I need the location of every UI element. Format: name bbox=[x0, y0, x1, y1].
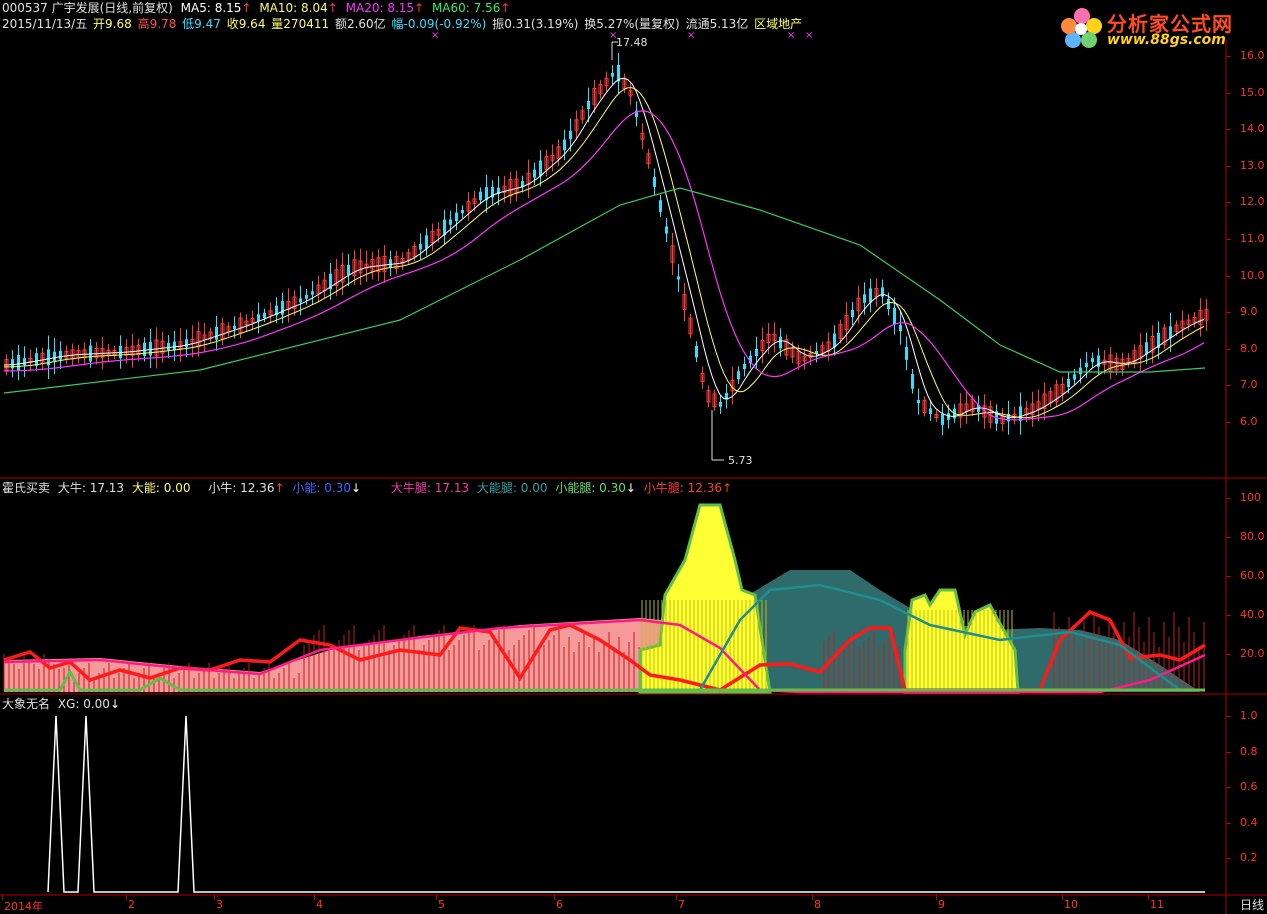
xg-value: XG: 0.00↓ bbox=[57, 697, 121, 711]
month-label: 9 bbox=[938, 898, 945, 911]
indicator-tick-label: 80.0 bbox=[1240, 530, 1265, 543]
moving-averages bbox=[3, 77, 1206, 421]
price-tick-label: 12.0 bbox=[1240, 195, 1265, 209]
month-label: 3 bbox=[216, 898, 223, 911]
svg-text:×: × bbox=[687, 30, 695, 41]
month-label: 7 bbox=[678, 898, 685, 911]
indicator-tick-label: 20.0 bbox=[1240, 647, 1265, 660]
xg-title: 大象无名 bbox=[2, 697, 51, 711]
chart-canvas: × × × × × bbox=[0, 30, 1267, 914]
price-tick-label: 11.0 bbox=[1240, 232, 1265, 245]
price-tick-label: 7.0 bbox=[1240, 378, 1258, 392]
month-label: 2 bbox=[128, 898, 135, 911]
price-tick-label: 16.0 bbox=[1240, 49, 1265, 62]
da-neng-tui-value: 大能腿: 0.00 bbox=[476, 481, 548, 495]
xiao-niu-value: 小牛: 12.36↑ bbox=[208, 481, 285, 495]
xiao-niu-tui-value: 小牛腿: 12.36↑ bbox=[643, 481, 733, 495]
price-tick-label: 14.0 bbox=[1240, 122, 1265, 136]
price-tick-label: 15.0 bbox=[1240, 85, 1265, 99]
svg-text:×: × bbox=[431, 30, 439, 41]
indicator-plot bbox=[3, 503, 1206, 694]
da-neng-value: 大能: 0.00 bbox=[131, 481, 191, 495]
high-annotation: 17.48 bbox=[616, 36, 648, 49]
xiao-neng-value: 小能: 0.30↓ bbox=[292, 481, 362, 495]
month-label: 10 bbox=[1064, 898, 1078, 911]
indicator-header: 霍氏买卖 大牛: 17.13 大能: 0.00 小牛: 12.36↑ 小能: 0… bbox=[2, 480, 736, 496]
low-annotation: 5.73 bbox=[728, 454, 753, 467]
xg-tick-label: 0.4 bbox=[1240, 815, 1258, 829]
svg-text:×: × bbox=[805, 30, 813, 41]
indicator-tick-label: 60.0 bbox=[1240, 569, 1265, 582]
price-tick-label: 10.0 bbox=[1240, 268, 1265, 282]
price-tick-label: 8.0 bbox=[1240, 341, 1258, 355]
da-niu-tui-value: 大牛腿: 17.13 bbox=[390, 481, 470, 495]
month-label: 11 bbox=[1150, 898, 1164, 911]
xg-tick-label: 0.6 bbox=[1240, 780, 1258, 793]
candlesticks bbox=[4, 41, 1209, 461]
xg-plot bbox=[47, 715, 1205, 893]
month-label: 5 bbox=[438, 898, 445, 911]
price-tick-label: 13.0 bbox=[1240, 158, 1265, 172]
da-niu-value: 大牛: 17.13 bbox=[57, 481, 125, 495]
svg-text:×: × bbox=[787, 30, 795, 41]
xiao-neng-tui-value: 小能腿: 0.30↓ bbox=[555, 481, 636, 495]
xg-header: 大象无名 XG: 0.00↓ bbox=[2, 696, 124, 712]
indicator-title: 霍氏买卖 bbox=[2, 481, 51, 495]
indicator-tick-label: 40.0 bbox=[1240, 608, 1265, 621]
price-tick-label: 6.0 bbox=[1240, 415, 1258, 428]
xg-tick-label: 0.8 bbox=[1240, 744, 1258, 758]
month-label: 6 bbox=[556, 898, 563, 911]
xg-tick-label: 1.0 bbox=[1240, 709, 1258, 722]
period-label[interactable]: 日线 bbox=[1240, 896, 1264, 913]
price-tick-label: 9.0 bbox=[1240, 305, 1258, 319]
month-label: 8 bbox=[814, 898, 821, 911]
indicator-tick-label: 100 bbox=[1240, 491, 1261, 504]
month-label: 2014年 bbox=[4, 900, 43, 913]
xg-tick-label: 0.2 bbox=[1240, 851, 1258, 864]
month-label: 4 bbox=[316, 898, 323, 911]
